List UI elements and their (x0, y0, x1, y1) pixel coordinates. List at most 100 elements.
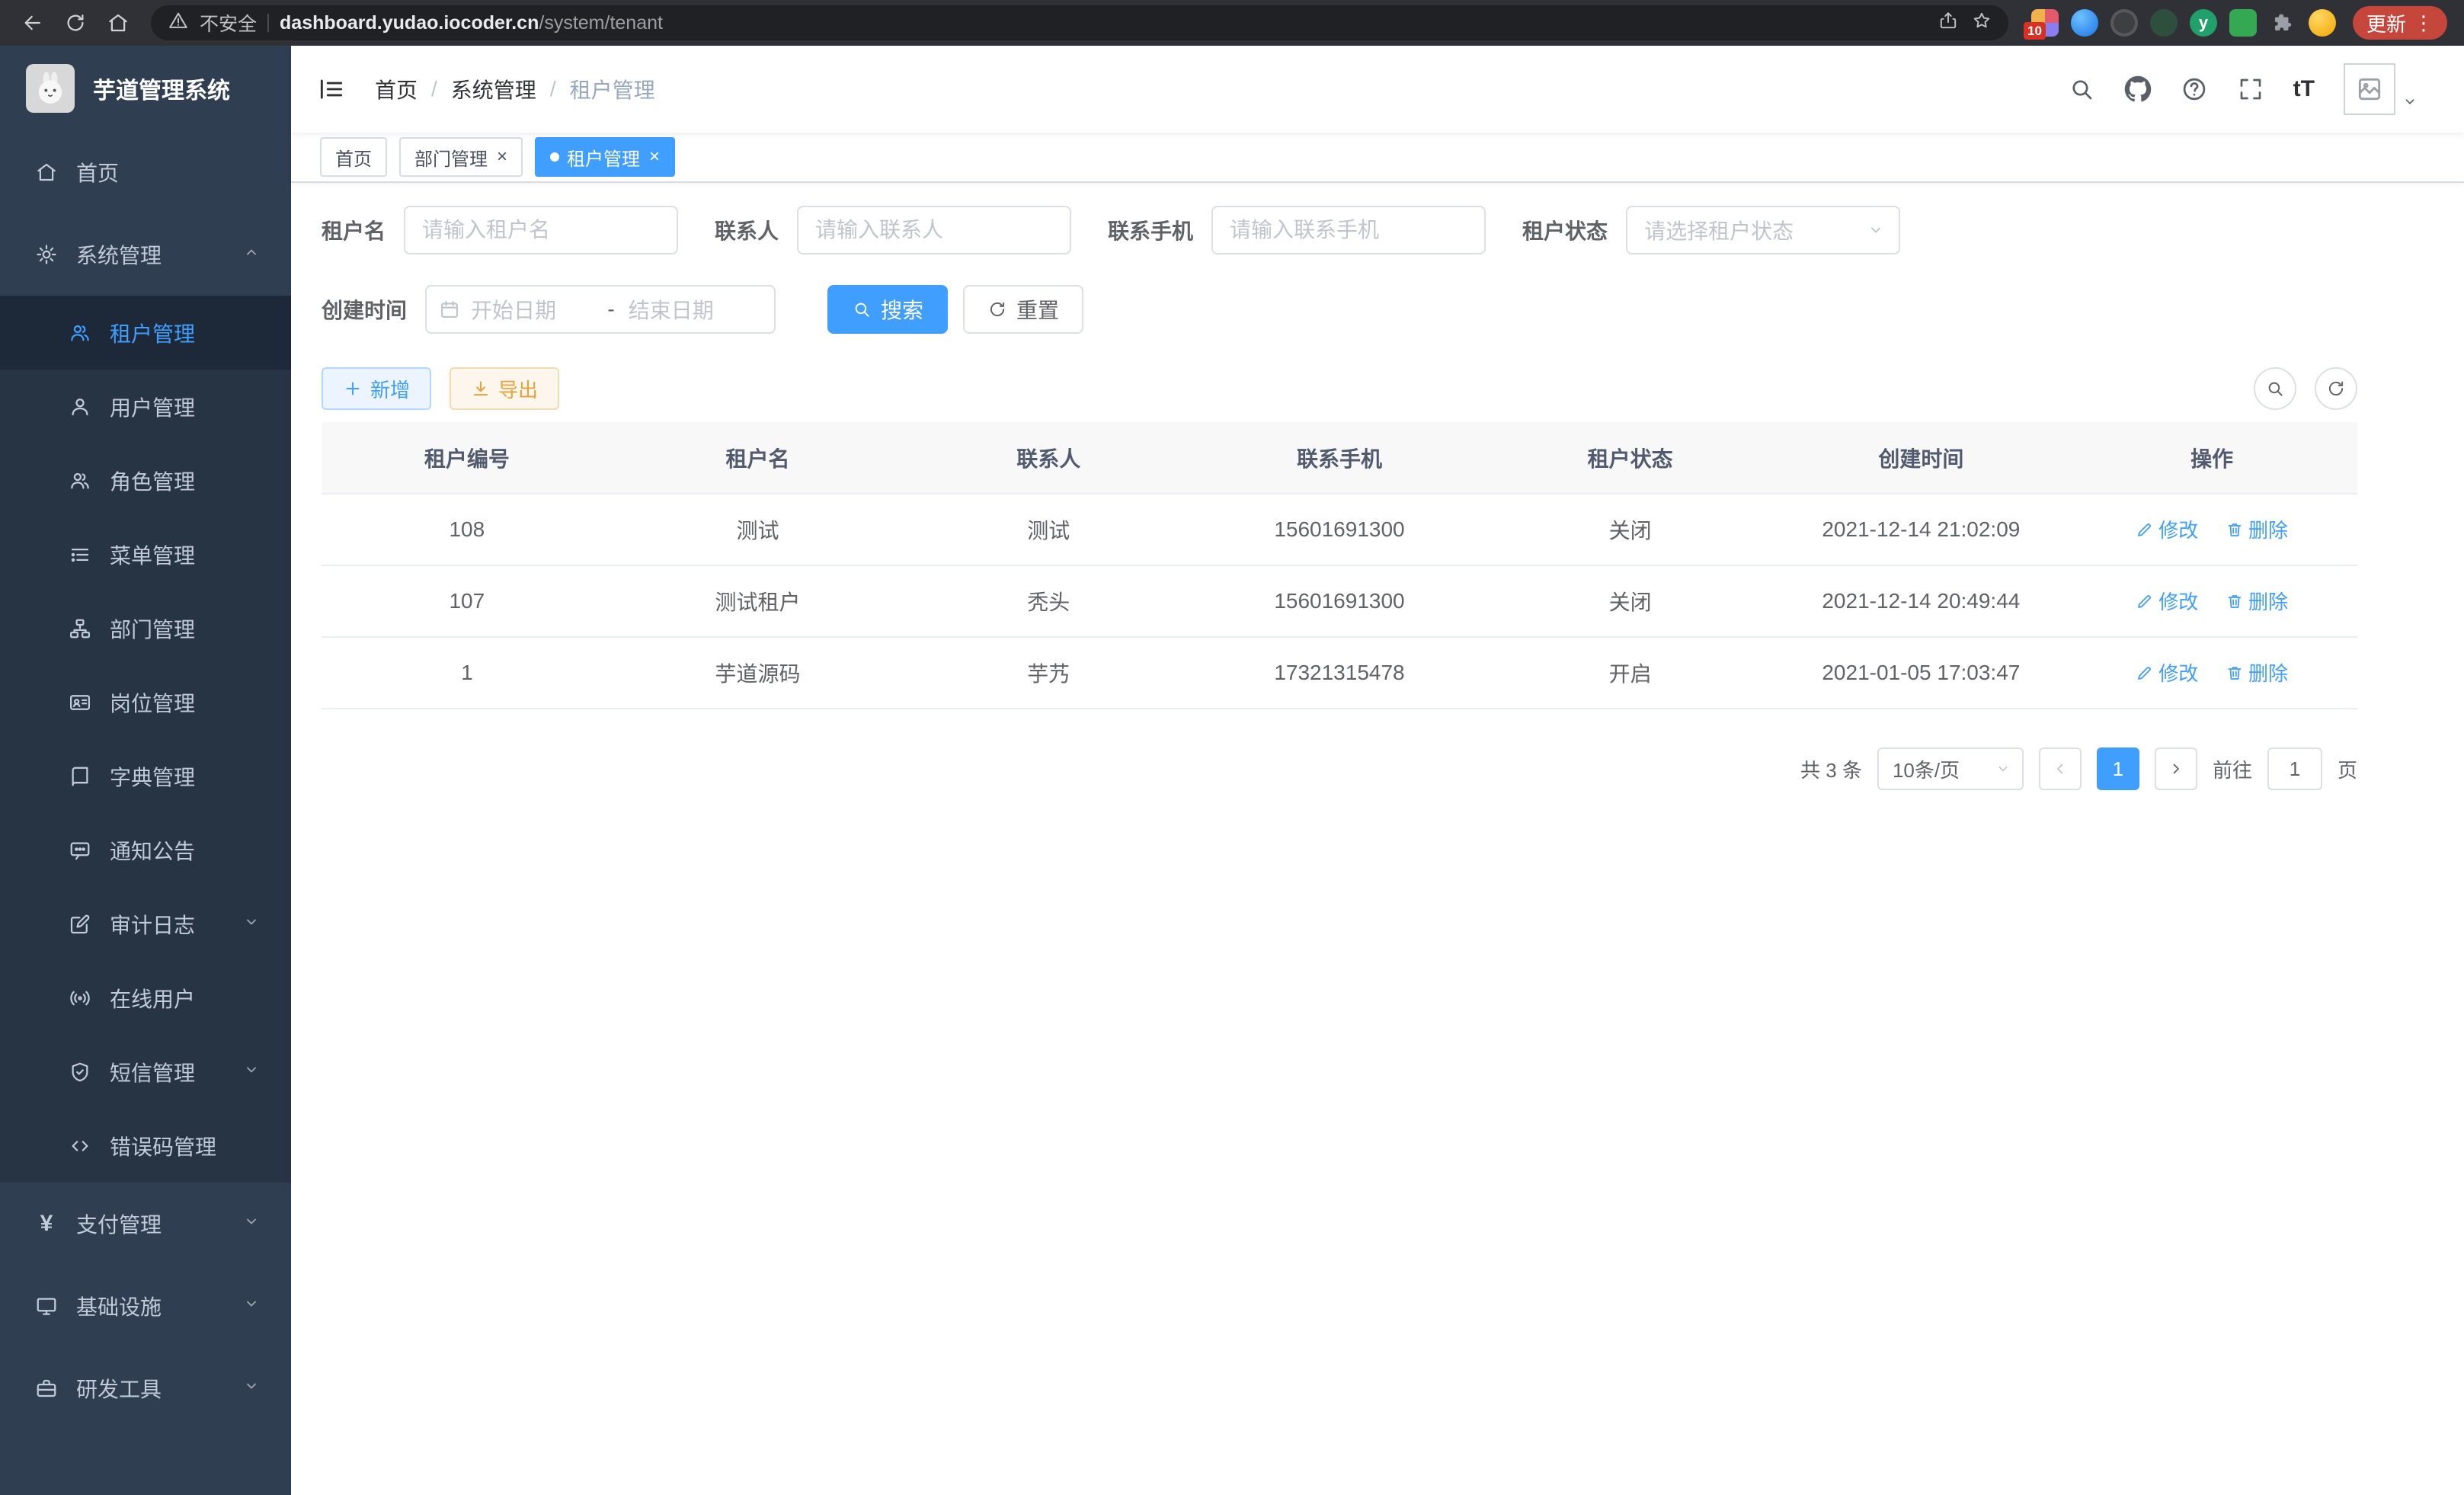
create-time-range-picker[interactable]: 开始日期 - 结束日期 (425, 285, 776, 334)
back-icon[interactable] (17, 7, 49, 39)
sidebar-toggle-icon[interactable] (314, 72, 349, 107)
column-header: 联系手机 (1194, 422, 1485, 494)
refresh-table-button[interactable] (2315, 367, 2357, 410)
goto-label: 前往 (2213, 755, 2252, 783)
chevron-left-icon (2051, 760, 2069, 778)
security-warning-icon[interactable] (168, 10, 189, 37)
extension-icon-darkgreen[interactable] (2150, 9, 2178, 37)
cell-status: 开启 (1485, 637, 1776, 709)
help-icon[interactable] (2181, 75, 2208, 103)
post-card-icon (67, 690, 93, 715)
export-button[interactable]: 导出 (450, 367, 559, 410)
extension-icon-dark[interactable] (2110, 9, 2138, 37)
github-icon[interactable] (2124, 75, 2152, 103)
sidebar-item-payment[interactable]: ¥ 支付管理 (0, 1183, 291, 1265)
phone-input[interactable] (1211, 206, 1486, 255)
tenant-status-select[interactable]: 请选择租户状态 (1626, 206, 1900, 255)
reload-icon[interactable] (59, 7, 91, 39)
add-button[interactable]: 新增 (322, 367, 431, 410)
sidebar-item-devtools[interactable]: 研发工具 (0, 1347, 291, 1429)
update-button[interactable]: 更新 ⋮ (2353, 6, 2447, 40)
sidebar-item-label: 通知公告 (110, 835, 195, 866)
reset-button[interactable]: 重置 (963, 285, 1083, 334)
sidebar-item-system[interactable]: 系统管理 (0, 213, 291, 296)
toggle-search-button[interactable] (2254, 367, 2296, 410)
pencil-icon (2136, 664, 2154, 682)
app-title: 芋道管理系统 (93, 72, 230, 105)
notice-message-icon (67, 837, 93, 863)
column-header: 租户编号 (322, 422, 613, 494)
close-icon[interactable]: × (649, 148, 660, 166)
main-area: 首页 / 系统管理 / 租户管理 tT (291, 46, 2464, 1495)
edit-link[interactable]: 修改 (2136, 515, 2198, 543)
sidebar-item-audit-log[interactable]: 审计日志 (0, 887, 291, 961)
extension-icon-drop[interactable] (2071, 9, 2098, 37)
profile-avatar-icon[interactable] (2309, 9, 2336, 37)
contact-input[interactable] (797, 206, 1071, 255)
cell-tenant-id: 1 (322, 637, 613, 709)
goto-page-input[interactable] (2267, 748, 2322, 790)
cell-contact: 芋艿 (903, 637, 1194, 709)
tab-home[interactable]: 首页 (320, 137, 387, 177)
security-label: 不安全 (200, 9, 257, 37)
navbar-actions: tT (2068, 63, 2418, 115)
sidebar-item-label: 部门管理 (110, 613, 195, 644)
sidebar-item-notice[interactable]: 通知公告 (0, 813, 291, 887)
search-button[interactable]: 搜索 (827, 285, 948, 334)
user-avatar[interactable] (2344, 63, 2418, 115)
home-icon[interactable] (102, 7, 134, 39)
refresh-icon (987, 299, 1007, 319)
extension-icon-y[interactable]: y (2190, 9, 2217, 37)
page-size-label: 10条/页 (1893, 755, 1960, 783)
sidebar-item-dept[interactable]: 部门管理 (0, 591, 291, 665)
status-placeholder: 请选择租户状态 (1644, 215, 1794, 245)
close-icon[interactable]: × (497, 148, 507, 166)
tenant-users-icon (67, 320, 93, 346)
fullscreen-icon[interactable] (2237, 75, 2264, 103)
sidebar-item-online-user[interactable]: 在线用户 (0, 961, 291, 1035)
extension-icon-square[interactable] (2229, 9, 2257, 37)
pencil-icon (2136, 592, 2154, 610)
delete-link[interactable]: 删除 (2226, 587, 2288, 615)
chevron-down-icon (242, 1060, 261, 1084)
refresh-icon (2326, 379, 2346, 399)
page-unit-label: 页 (2338, 755, 2357, 783)
extensions-puzzle-icon[interactable] (2269, 9, 2296, 37)
sidebar-item-post[interactable]: 岗位管理 (0, 665, 291, 739)
column-header: 创建时间 (1776, 422, 2067, 494)
breadcrumb-item[interactable]: 首页 (375, 74, 418, 104)
page-size-select[interactable]: 10条/页 (1877, 748, 2024, 790)
share-icon[interactable] (1938, 11, 1958, 36)
search-icon[interactable] (2068, 75, 2095, 103)
phone-label: 联系手机 (1108, 215, 1193, 245)
sidebar-item-menu[interactable]: 菜单管理 (0, 517, 291, 591)
prev-page-button[interactable] (2039, 748, 2082, 790)
sidebar-item-error-code[interactable]: 错误码管理 (0, 1109, 291, 1183)
edit-link[interactable]: 修改 (2136, 587, 2198, 615)
extension-icon-multicolor[interactable]: 10 (2031, 9, 2059, 37)
sidebar-item-tenant[interactable]: 租户管理 (0, 296, 291, 370)
sidebar-item-infra[interactable]: 基础设施 (0, 1265, 291, 1347)
next-page-button[interactable] (2155, 748, 2197, 790)
delete-link[interactable]: 删除 (2226, 515, 2288, 543)
url-text: dashboard.yudao.iocoder.cn/system/tenant (280, 12, 1928, 34)
sidebar-item-role[interactable]: 角色管理 (0, 443, 291, 517)
sidebar-item-dict[interactable]: 字典管理 (0, 739, 291, 813)
sidebar-item-sms[interactable]: 短信管理 (0, 1035, 291, 1109)
toolbar: 新增 导出 (322, 367, 2357, 410)
edit-link[interactable]: 修改 (2136, 658, 2198, 687)
sidebar-item-label: 审计日志 (110, 909, 195, 940)
tab-tenant[interactable]: 租户管理 × (535, 137, 675, 177)
font-size-icon[interactable]: tT (2293, 76, 2315, 102)
browser-menu-icon[interactable]: ⋮ (2414, 11, 2434, 35)
address-bar[interactable]: 不安全 dashboard.yudao.iocoder.cn/system/te… (151, 5, 2008, 40)
tenant-name-input[interactable] (404, 206, 678, 255)
current-page-button[interactable]: 1 (2097, 748, 2139, 790)
breadcrumb-item[interactable]: 系统管理 (451, 74, 536, 104)
bookmark-star-icon[interactable] (1972, 11, 1992, 36)
menu-list-icon (67, 542, 93, 568)
sidebar-item-home[interactable]: 首页 (0, 131, 291, 213)
tab-dept[interactable]: 部门管理 × (399, 137, 523, 177)
sidebar-item-user[interactable]: 用户管理 (0, 370, 291, 443)
delete-link[interactable]: 删除 (2226, 658, 2288, 687)
